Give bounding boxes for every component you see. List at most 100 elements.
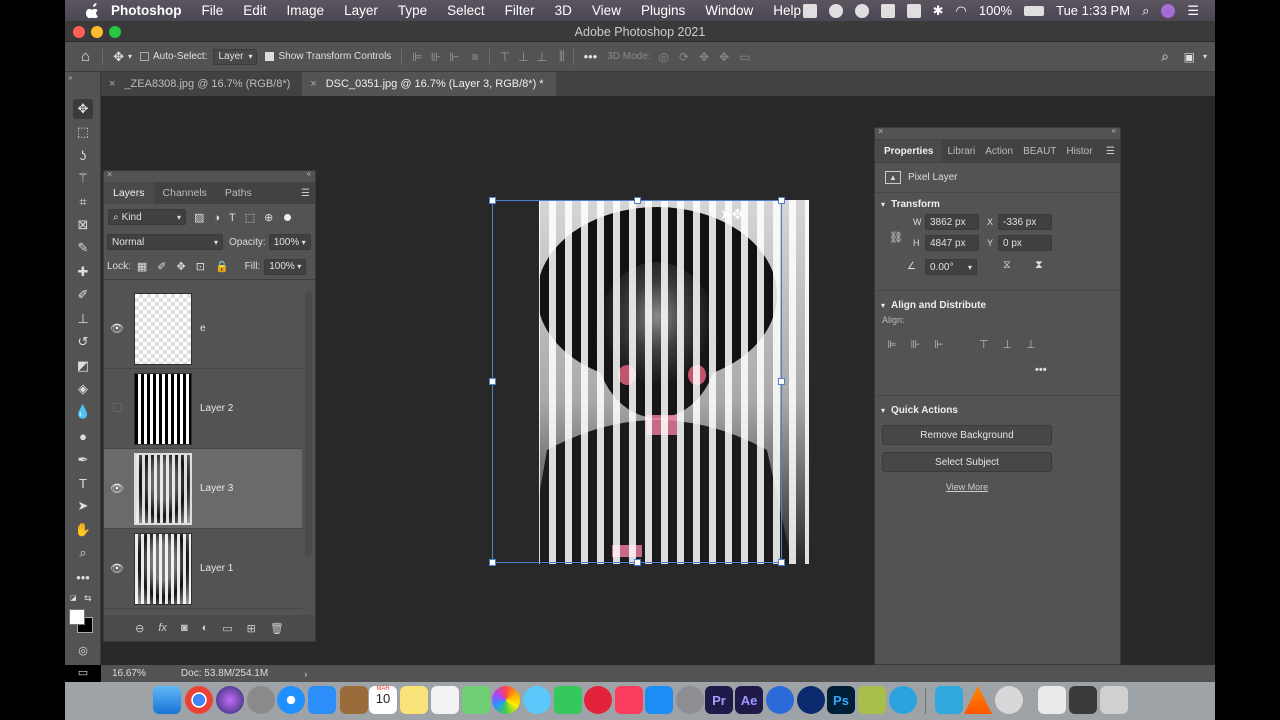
zoom-app-icon[interactable] [766, 686, 794, 714]
layer-name[interactable]: Layer 3 [200, 483, 233, 494]
maps-icon[interactable] [462, 686, 490, 714]
layer-name[interactable]: Layer 1 [200, 563, 233, 574]
distribute-icon[interactable]: ≡ [472, 50, 479, 64]
safari-icon[interactable] [277, 686, 305, 714]
foreground-color-swatch[interactable] [69, 609, 85, 625]
pen-tool-icon[interactable]: ✒ [73, 450, 93, 470]
marquee-tool-icon[interactable]: ⬚ [73, 122, 93, 142]
more-align-icon[interactable]: ••• [1035, 364, 1047, 376]
screenshot-folder-icon[interactable] [1069, 686, 1097, 714]
blend-mode-dropdown[interactable]: Normal ▾ [107, 234, 223, 250]
align-horizontal-icons[interactable]: ⊫⊪⊩ [887, 338, 958, 351]
lasso-tool-icon[interactable]: ʖ [73, 145, 93, 165]
path-selection-tool-icon[interactable]: ➤ [73, 496, 93, 516]
vlc-icon[interactable] [964, 686, 992, 714]
messages-icon[interactable] [523, 686, 551, 714]
lock-icons[interactable]: ▦✐✥⊡🔒 [137, 260, 239, 273]
collapse-toolbar-icon[interactable]: » [68, 73, 72, 82]
paint-bucket-tool-icon[interactable]: ◈ [73, 379, 93, 399]
tab-dsc0351[interactable]: × DSC_0351.jpg @ 16.7% (Layer 3, RGB/8*)… [302, 72, 556, 96]
history-brush-tool-icon[interactable]: ↺ [73, 332, 93, 352]
bluetooth-icon[interactable]: ✱ [933, 3, 944, 19]
finder-icon[interactable] [153, 686, 181, 714]
healing-brush-tool-icon[interactable]: ✚ [73, 262, 93, 282]
zoom-level[interactable]: 16.67% [112, 668, 146, 679]
swap-colors-icon[interactable]: ⇆ [84, 593, 92, 604]
disk-utility-icon[interactable] [995, 686, 1023, 714]
layers-scrollbar[interactable] [305, 291, 312, 556]
home-icon[interactable]: ⌂ [81, 48, 90, 65]
collapse-panel-icon[interactable]: « [1112, 126, 1116, 135]
transform-handle[interactable] [489, 197, 496, 204]
link-dimensions-icon[interactable]: ⛓ [889, 231, 903, 244]
layer-row-e[interactable]: 👁 e [104, 289, 302, 369]
battery-icon[interactable] [1024, 5, 1045, 16]
quick-mask-icon[interactable]: ◎ [73, 640, 93, 660]
remove-background-button[interactable]: Remove Background [882, 425, 1052, 445]
dodge-tool-icon[interactable]: ● [73, 426, 93, 446]
menu-3d[interactable]: 3D [555, 3, 572, 18]
visibility-toggle[interactable] [104, 402, 130, 415]
x-position-field[interactable]: -336 px [998, 214, 1052, 230]
collapse-panel-icon[interactable]: « [307, 169, 311, 178]
cloud-icon[interactable] [802, 3, 817, 18]
close-panel-icon[interactable]: × [107, 169, 112, 179]
transform-handle[interactable] [489, 559, 496, 566]
cyberduck-icon[interactable] [858, 686, 886, 714]
visibility-eye-icon[interactable]: 👁 [104, 562, 130, 575]
vlc-tray-icon[interactable] [906, 3, 921, 18]
tab-paths[interactable]: Paths [216, 182, 261, 204]
move-tool-preset-icon[interactable]: ✥ [113, 49, 124, 65]
control-center-icon[interactable]: ☰ [1187, 3, 1199, 19]
siri-dock-icon[interactable] [216, 686, 244, 714]
menu-window[interactable]: Window [705, 3, 753, 18]
vertical-distribute-icon[interactable]: ⫼ [559, 49, 565, 64]
fill-field[interactable]: 100% ▾ [264, 258, 307, 275]
new-group-icon[interactable]: ▭ [222, 622, 232, 635]
transform-handle[interactable] [489, 378, 496, 385]
quick-actions-section-header[interactable]: ▾ Quick Actions [875, 401, 1120, 419]
frame-tool-icon[interactable]: ⊠ [73, 215, 93, 235]
transform-handle[interactable] [778, 197, 785, 204]
menu-image[interactable]: Image [287, 3, 325, 18]
reminders-icon[interactable] [431, 686, 459, 714]
height-field[interactable]: 4847 px [925, 235, 979, 251]
select-subject-button[interactable]: Select Subject [882, 452, 1052, 472]
default-colors-icon[interactable]: ◪ [70, 594, 79, 603]
panel-menu-icon[interactable]: ☰ [301, 188, 310, 199]
eraser-tool-icon[interactable]: ◩ [73, 356, 93, 376]
width-field[interactable]: 3862 px [925, 214, 979, 230]
gmail-icon[interactable] [854, 3, 869, 18]
facetime-icon[interactable] [554, 686, 582, 714]
workspace-icon[interactable]: ▣ [1184, 50, 1195, 64]
transform-handle[interactable] [634, 559, 641, 566]
chevron-right-icon[interactable]: › [304, 669, 307, 679]
screen-mode-icon[interactable]: ▭ [73, 662, 93, 682]
auto-select-target-dropdown[interactable]: Layer ▾ [213, 48, 258, 65]
transform-bounding-box[interactable] [489, 197, 785, 566]
adjustment-layer-icon[interactable]: ◐ [202, 622, 209, 634]
app-store-icon[interactable] [645, 686, 673, 714]
layer-row-layer-2[interactable]: Layer 2 [104, 369, 302, 449]
menu-edit[interactable]: Edit [243, 3, 266, 18]
menu-view[interactable]: View [592, 3, 621, 18]
panel-menu-icon[interactable]: ☰ [1106, 146, 1115, 157]
new-layer-icon[interactable]: ⊞ [247, 622, 256, 635]
search-icon[interactable]: ⌕ [1161, 48, 1169, 65]
chevron-down-icon[interactable]: ▾ [128, 52, 132, 61]
blur-tool-icon[interactable]: 💧 [73, 402, 93, 422]
menu-type[interactable]: Type [398, 3, 427, 18]
menu-plugins[interactable]: Plugins [641, 3, 685, 18]
fx-icon[interactable]: fx [158, 622, 167, 634]
photoshop-dock-icon[interactable]: Ps [827, 686, 855, 714]
apple-menu-icon[interactable] [81, 0, 101, 21]
zoom-tool-icon[interactable]: ⌕ [73, 543, 93, 563]
tab-layers[interactable]: Layers [104, 182, 154, 204]
show-transform-checkbox[interactable] [265, 52, 275, 61]
close-tab-icon[interactable]: × [310, 78, 316, 90]
3d-mode-icons[interactable]: ◎⟳✥✥▭ [659, 50, 761, 64]
crop-tool-icon[interactable]: ⌗ [73, 192, 93, 212]
visibility-eye-icon[interactable]: 👁 [104, 482, 130, 495]
1password-icon[interactable] [797, 686, 825, 714]
skype-icon[interactable] [828, 3, 843, 18]
